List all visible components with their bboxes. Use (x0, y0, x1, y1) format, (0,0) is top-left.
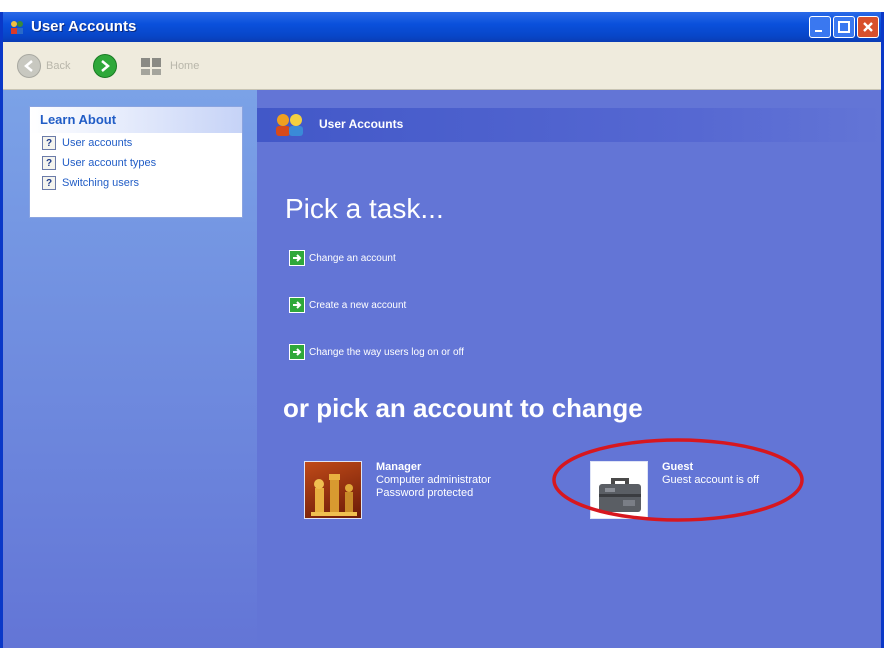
toolbar: Back Home (3, 42, 881, 90)
pick-task-heading: Pick a task... (285, 193, 444, 224)
learn-about-panel: Learn About ? User accounts ? User accou… (29, 106, 243, 218)
task-change-logon[interactable]: Change the way users log on or off (289, 344, 464, 360)
account-info: Manager Computer administrator Password … (376, 461, 491, 519)
learn-link-user-accounts[interactable]: ? User accounts (30, 133, 242, 153)
pick-account-heading: or pick an account to change (283, 393, 643, 423)
forward-arrow-icon (93, 54, 117, 78)
home-icon (141, 58, 161, 75)
back-label: Back (46, 60, 71, 72)
learn-link-label: User account types (62, 157, 157, 169)
minimize-button[interactable] (809, 16, 831, 38)
green-arrow-icon (289, 250, 305, 266)
user-accounts-icon (11, 21, 23, 34)
task-label: Create a new account (309, 299, 407, 311)
maximize-button[interactable] (833, 16, 855, 38)
help-icon: ? (42, 156, 56, 170)
highlight-circle (552, 438, 804, 522)
back-arrow-icon (17, 54, 41, 78)
learn-about-heading: Learn About (30, 107, 242, 133)
help-icon: ? (42, 176, 56, 190)
close-icon (863, 22, 873, 32)
task-pane: Learn About ? User accounts ? User accou… (3, 90, 257, 648)
account-name: Manager (376, 461, 422, 473)
task-create-account[interactable]: Create a new account (289, 297, 406, 313)
chess-pieces-image (304, 461, 362, 519)
close-button[interactable] (857, 16, 879, 38)
window-title: User Accounts (31, 18, 137, 35)
learn-link-user-account-types[interactable]: ? User account types (30, 153, 242, 173)
home-label: Home (170, 60, 200, 72)
home-button[interactable]: Home (139, 54, 199, 78)
forward-button[interactable] (93, 54, 117, 78)
task-label: Change the way users log on or off (309, 346, 464, 358)
main-content: User Accounts Pick a task... Change an a… (257, 90, 881, 648)
back-button[interactable]: Back (17, 54, 70, 78)
task-change-account[interactable]: Change an account (289, 250, 396, 266)
account-status: Password protected (376, 487, 474, 499)
account-type: Computer administrator (376, 474, 491, 486)
content-banner: User Accounts (257, 108, 881, 142)
learn-link-label: Switching users (62, 177, 140, 189)
user-accounts-window: User Accounts Back Home Learn About ? Us… (0, 12, 884, 648)
learn-link-label: User accounts (62, 137, 133, 149)
users-icon (276, 114, 303, 136)
learn-link-switching-users[interactable]: ? Switching users (30, 173, 242, 193)
green-arrow-icon (289, 344, 305, 360)
green-arrow-icon (289, 297, 305, 313)
maximize-icon (838, 21, 850, 33)
task-label: Change an account (309, 252, 396, 264)
account-manager[interactable]: Manager Computer administrator Password … (304, 461, 491, 519)
minimize-icon (815, 30, 822, 32)
banner-title: User Accounts (319, 117, 404, 131)
title-bar[interactable]: User Accounts (3, 12, 881, 42)
help-icon: ? (42, 136, 56, 150)
